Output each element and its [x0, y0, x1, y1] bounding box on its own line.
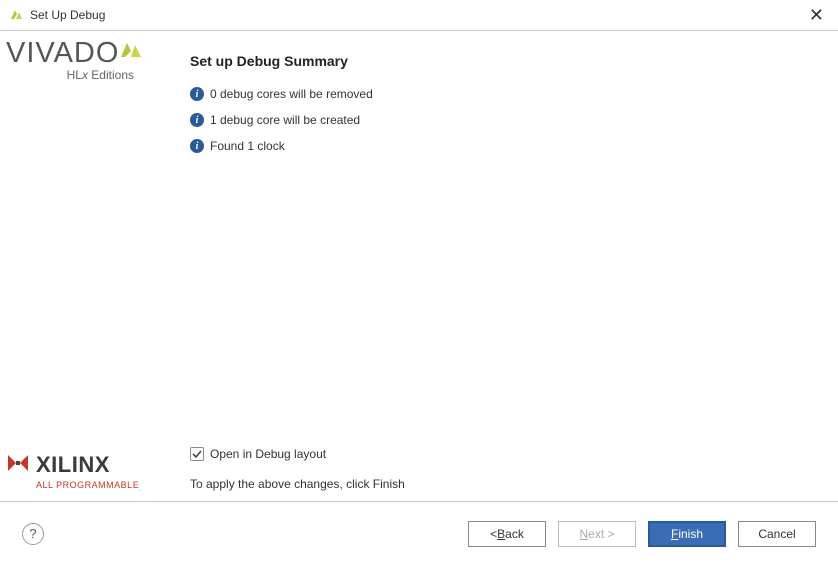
vivado-leaf-icon [117, 37, 143, 66]
info-text: Found 1 clock [210, 139, 285, 153]
info-icon: i [190, 139, 204, 153]
open-debug-layout-checkbox[interactable] [190, 447, 204, 461]
vivado-wordmark: VIVADO [6, 37, 119, 70]
info-list: i 0 debug cores will be removed i 1 debu… [190, 87, 808, 153]
open-debug-layout-checkbox-row: Open in Debug layout [190, 447, 808, 461]
vivado-logo: VIVADO HLx Editions [2, 37, 160, 82]
info-text: 1 debug core will be created [210, 113, 360, 127]
xilinx-wordmark: XILINX [36, 452, 110, 478]
info-item: i 0 debug cores will be removed [190, 87, 808, 101]
back-button[interactable]: < Back [468, 521, 546, 547]
finish-button[interactable]: Finish [648, 521, 726, 547]
main: VIVADO HLx Editions [0, 31, 838, 501]
info-text: 0 debug cores will be removed [210, 87, 373, 101]
xilinx-mark-icon [6, 451, 30, 478]
titlebar: Set Up Debug ✕ [0, 0, 838, 30]
info-icon: i [190, 87, 204, 101]
next-button: Next > [558, 521, 636, 547]
apply-instruction: To apply the above changes, click Finish [190, 477, 808, 491]
info-item: i 1 debug core will be created [190, 113, 808, 127]
content: Set up Debug Summary i 0 debug cores wil… [160, 31, 838, 501]
help-button[interactable]: ? [22, 523, 44, 545]
info-icon: i [190, 113, 204, 127]
sidebar: VIVADO HLx Editions [0, 31, 160, 501]
close-icon[interactable]: ✕ [805, 5, 828, 26]
window-title: Set Up Debug [30, 8, 105, 22]
info-item: i Found 1 clock [190, 139, 808, 153]
cancel-button[interactable]: Cancel [738, 521, 816, 547]
xilinx-logo: XILINX ALL PROGRAMMABLE. [2, 451, 160, 495]
app-icon [8, 7, 24, 23]
hlx-editions: HLx Editions [6, 68, 156, 82]
footer: ? < Back Next > Finish Cancel [0, 501, 838, 565]
page-title: Set up Debug Summary [190, 53, 808, 69]
titlebar-left: Set Up Debug [8, 7, 105, 23]
button-bar: < Back Next > Finish Cancel [468, 521, 816, 547]
open-debug-layout-label: Open in Debug layout [210, 447, 326, 461]
xilinx-tagline: ALL PROGRAMMABLE. [36, 480, 156, 493]
